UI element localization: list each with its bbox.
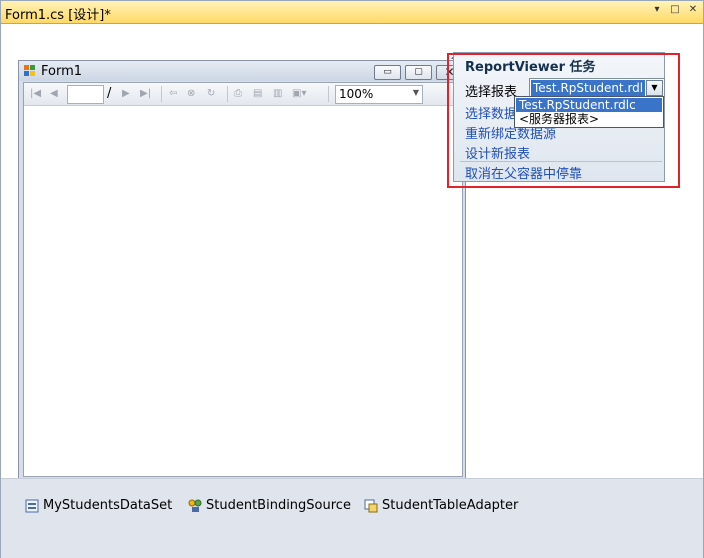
tray-item-label: StudentTableAdapter [382, 498, 519, 513]
chevron-down-icon[interactable]: ▼ [646, 80, 663, 96]
form1-window[interactable]: Form1 ▭ ▢ ✕ |◀ ◀ / ▶ ▶| ⇦ ⊗ ↻ ⎙ ▤ ▥ ▣▾ 1… [18, 60, 466, 480]
tab-close-icon[interactable]: ✕ [687, 4, 699, 15]
tray-item-label: StudentBindingSource [206, 498, 351, 513]
component-tray[interactable]: MyStudentsDataSet StudentBindingSource S… [1, 478, 703, 558]
undock-link[interactable]: 取消在父容器中停靠 [465, 163, 582, 182]
panel-divider [460, 161, 662, 162]
tray-item-label: MyStudentsDataSet [43, 498, 173, 513]
maximize-button[interactable]: ▢ [405, 65, 432, 80]
tab-dropdown-icon[interactable]: ▾ [651, 4, 663, 15]
dataset-icon [25, 499, 39, 512]
first-page-icon[interactable]: |◀ [30, 88, 41, 99]
document-tab-title[interactable]: Form1.cs [设计]* [5, 4, 111, 23]
toolbar-separator [161, 86, 162, 102]
dropdown-option[interactable]: Test.RpStudent.rdlc [516, 98, 662, 112]
form-title: Form1 [41, 64, 83, 79]
zoom-value: 100% [339, 87, 374, 101]
previous-page-icon[interactable]: ◀ [50, 88, 58, 99]
export-icon[interactable]: ▣▾ [292, 88, 306, 99]
minimize-button[interactable]: ▭ [374, 65, 401, 80]
tray-item-bindingsource[interactable]: StudentBindingSource [188, 498, 351, 513]
last-page-icon[interactable]: ▶| [140, 88, 151, 99]
choose-report-combo[interactable]: Test.RpStudent.rdl ▼ [529, 78, 665, 98]
page-setup-icon[interactable]: ▥ [273, 88, 282, 99]
tab-maximize-icon[interactable]: □ [669, 4, 681, 15]
print-layout-icon[interactable]: ▤ [253, 88, 262, 99]
toolbar-separator [328, 86, 329, 102]
zoom-select[interactable]: 100% ▼ [335, 85, 423, 104]
binding-source-icon [188, 499, 202, 512]
chevron-down-icon[interactable]: ▼ [413, 88, 419, 97]
refresh-icon[interactable]: ↻ [207, 88, 215, 99]
toolbar-separator [227, 86, 228, 102]
tray-item-dataset[interactable]: MyStudentsDataSet [25, 498, 172, 513]
document-tab-bar: Form1.cs [设计]* ▾ □ ✕ [1, 1, 703, 24]
selected-report-value: Test.RpStudent.rdl [531, 80, 645, 96]
tasks-panel-title: ReportViewer 任务 [465, 60, 596, 75]
form-icon [24, 65, 35, 76]
report-viewer[interactable]: |◀ ◀ / ▶ ▶| ⇦ ⊗ ↻ ⎙ ▤ ▥ ▣▾ 100% ▼ [23, 82, 463, 477]
tray-item-tableadapter[interactable]: StudentTableAdapter [364, 498, 518, 513]
current-page-input[interactable] [67, 85, 104, 104]
choose-report-label: 选择报表 [465, 85, 518, 100]
report-dropdown-list[interactable]: Test.RpStudent.rdlc <服务器报表> [514, 96, 664, 128]
table-adapter-icon [364, 499, 378, 512]
tab-controls: ▾ □ ✕ [651, 4, 699, 15]
form-titlebar[interactable]: Form1 ▭ ▢ ✕ [19, 61, 465, 81]
report-toolbar: |◀ ◀ / ▶ ▶| ⇦ ⊗ ↻ ⎙ ▤ ▥ ▣▾ 100% ▼ [24, 83, 462, 106]
next-page-icon[interactable]: ▶ [122, 88, 130, 99]
design-new-report-link[interactable]: 设计新报表 [465, 143, 530, 162]
print-icon[interactable]: ⎙ [234, 88, 242, 99]
dropdown-option[interactable]: <服务器报表> [516, 112, 662, 126]
back-icon[interactable]: ⇦ [169, 88, 177, 99]
stop-icon[interactable]: ⊗ [187, 88, 195, 99]
designer-window: Form1.cs [设计]* ▾ □ ✕ Form1 ▭ ▢ ✕ |◀ ◀ / … [0, 0, 704, 558]
page-separator: / [107, 86, 112, 101]
